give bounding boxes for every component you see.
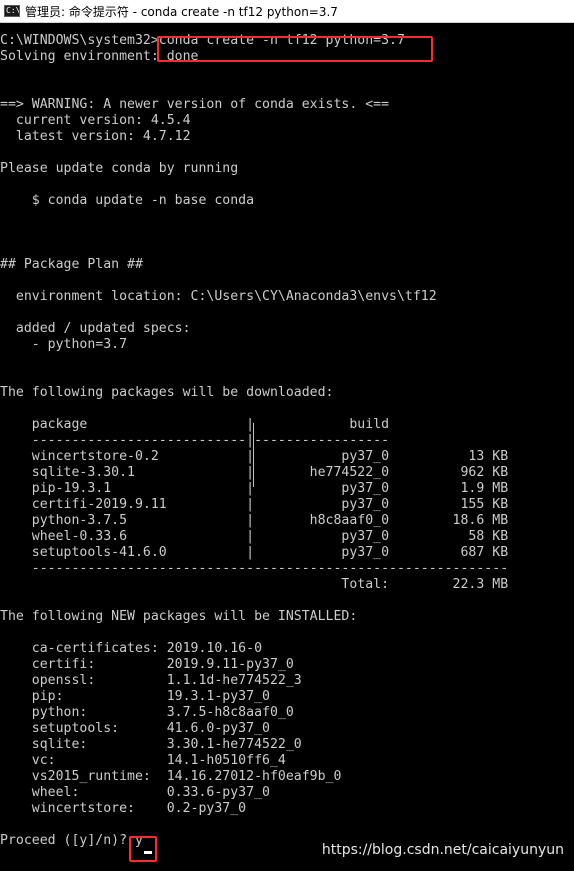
- console-line: vs2015_runtime: 14.16.27012-hf0eaf9b_0: [0, 769, 342, 784]
- cmd-icon: C:\: [4, 5, 20, 17]
- console-line: sqlite: 3.30.1-he774522_0: [0, 737, 302, 752]
- window-titlebar[interactable]: C:\ 管理员: 命令提示符 - conda create -n tf12 py…: [0, 0, 574, 23]
- console-line: setuptools-41.6.0 | py37_0 687 KB: [0, 545, 509, 560]
- console-line: added / updated specs:: [0, 321, 191, 336]
- console-line: The following packages will be downloade…: [0, 385, 334, 400]
- console-line: certifi-2019.9.11 | py37_0 155 KB: [0, 497, 509, 512]
- console-line: wincertstore-0.2 | py37_0 13 KB: [0, 449, 509, 464]
- answer-highlight-box: [129, 836, 157, 862]
- console-line: ---------------------------|------------…: [0, 433, 390, 448]
- console-line: wheel: 0.33.6-py37_0: [0, 785, 270, 800]
- console-line: wheel-0.33.6 | py37_0 58 KB: [0, 529, 509, 544]
- console-line: Total: 22.3 MB: [0, 577, 509, 592]
- console-line: package | build: [0, 417, 390, 432]
- console-line: ## Package Plan ##: [0, 257, 143, 272]
- console-line: python: 3.7.5-h8c8aaf0_0: [0, 705, 294, 720]
- console-line: Please update conda by running: [0, 161, 239, 176]
- console-line: vc: 14.1-h0510ff6_4: [0, 753, 286, 768]
- console-output[interactable]: C:\WINDOWS\system32>conda create -n tf12…: [0, 33, 574, 849]
- console-line: python-3.7.5 | h8c8aaf0_0 18.6 MB: [0, 513, 509, 528]
- console-line: setuptools: 41.6.0-py37_0: [0, 721, 270, 736]
- console-line: openssl: 1.1.1d-he774522_3: [0, 673, 302, 688]
- command-highlight-box: [157, 36, 433, 62]
- watermark: https://blog.csdn.net/caicaiyunyun: [321, 842, 564, 858]
- console-line: sqlite-3.30.1 | he774522_0 962 KB: [0, 465, 509, 480]
- console-line: pip-19.3.1 | py37_0 1.9 MB: [0, 481, 509, 496]
- window-title: 管理员: 命令提示符 - conda create -n tf12 python…: [25, 4, 338, 19]
- console-line: ==> WARNING: A newer version of conda ex…: [0, 97, 390, 112]
- console-line: The following NEW packages will be INSTA…: [0, 609, 358, 624]
- console-line: certifi: 2019.9.11-py37_0: [0, 657, 294, 672]
- console-line: latest version: 4.7.12: [0, 129, 191, 144]
- console-line: ----------------------------------------…: [0, 561, 509, 576]
- console-line: ca-certificates: 2019.10.16-0: [0, 641, 263, 656]
- console-line: - python=3.7: [0, 337, 128, 352]
- console-line: $ conda update -n base conda: [0, 193, 255, 208]
- table-column-separator: [253, 423, 254, 487]
- console-line: current version: 4.5.4: [0, 113, 191, 128]
- console-line: environment location: C:\Users\CY\Anacon…: [0, 289, 437, 304]
- text-cursor: [144, 851, 152, 854]
- console-line: wincertstore: 0.2-py37_0: [0, 801, 247, 816]
- console-line: pip: 19.3.1-py37_0: [0, 689, 270, 704]
